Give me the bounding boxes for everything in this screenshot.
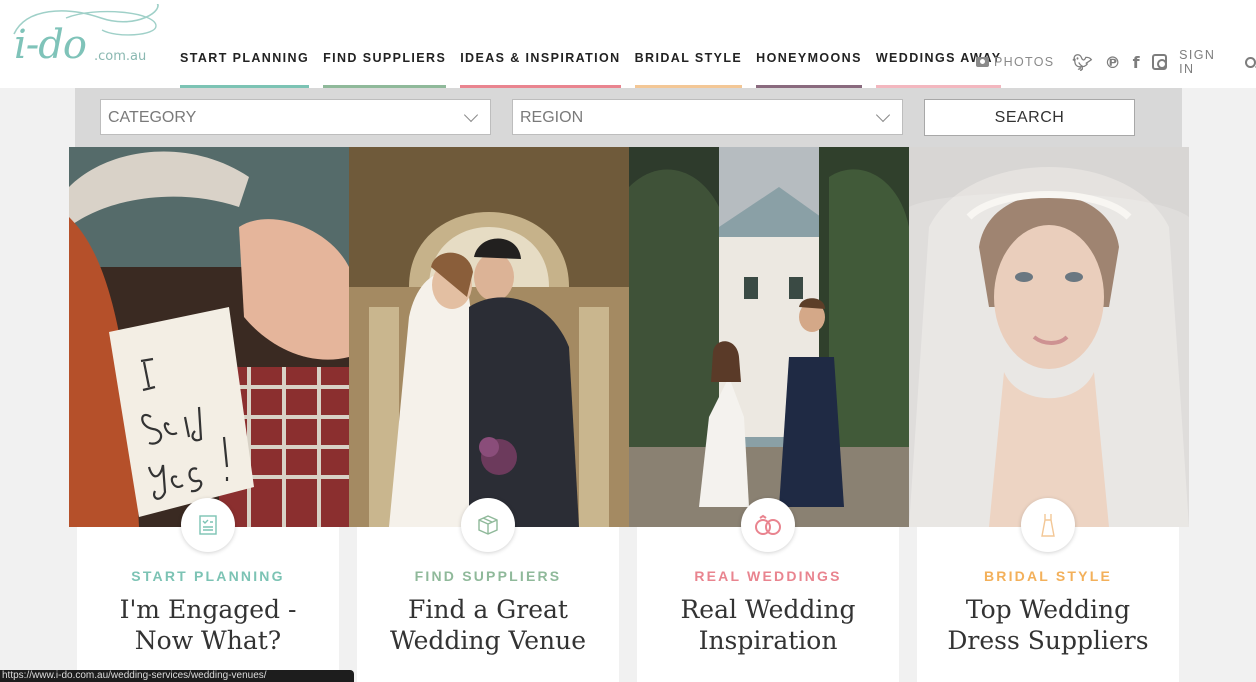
category-select[interactable]: CATEGORY: [100, 99, 491, 135]
region-select-value: REGION: [520, 109, 584, 126]
nav-start-planning[interactable]: START PLANNING: [180, 0, 310, 88]
card-heading[interactable]: I'm Engaged - Now What?: [87, 594, 329, 656]
dress-icon: [1021, 498, 1075, 552]
real-wedding-photo[interactable]: [629, 147, 909, 527]
search-bar: CATEGORY REGION SEARCH: [75, 88, 1182, 147]
chevron-down-icon: [463, 107, 479, 123]
region-select[interactable]: REGION: [512, 99, 903, 135]
card-heading[interactable]: Real Wedding Inspiration: [647, 594, 889, 656]
chevron-down-icon: [875, 107, 891, 123]
logo-domain: .com.au: [94, 49, 147, 64]
search-button[interactable]: SEARCH: [924, 99, 1135, 136]
nav-ideas-inspiration[interactable]: IDEAS & INSPIRATION: [460, 0, 621, 88]
category-select-value: CATEGORY: [108, 109, 197, 126]
nav-honeymoons[interactable]: HONEYMOONS: [756, 0, 862, 88]
search-icon[interactable]: [1245, 56, 1256, 68]
site-header: i-do .com.au START PLANNING FIND SUPPLIE…: [0, 0, 1256, 88]
checklist-icon: [181, 498, 235, 552]
box-icon: [461, 498, 515, 552]
nav-label: START PLANNING: [180, 51, 310, 65]
twitter-icon[interactable]: 🐦︎: [1072, 53, 1092, 72]
nav-label: BRIDAL STYLE: [634, 51, 743, 65]
nav-label: IDEAS & INSPIRATION: [460, 51, 621, 65]
card-category: REAL WEDDINGS: [694, 568, 842, 584]
site-logo[interactable]: i-do .com.au: [6, 4, 166, 74]
couple-kissing-photo[interactable]: [349, 147, 629, 527]
card-category: START PLANNING: [131, 568, 285, 584]
pinterest-icon[interactable]: ℗: [1105, 53, 1121, 72]
card-category: FIND SUPPLIERS: [414, 568, 562, 584]
bride-veil-photo[interactable]: [909, 147, 1189, 527]
nav-find-suppliers[interactable]: FIND SUPPLIERS: [323, 0, 447, 88]
camera-icon: [976, 57, 989, 67]
nav-bridal-style[interactable]: BRIDAL STYLE: [634, 0, 743, 88]
instagram-icon[interactable]: [1151, 54, 1168, 70]
main-nav: START PLANNING FIND SUPPLIERS IDEAS & IN…: [180, 0, 1015, 88]
nav-label: HONEYMOONS: [756, 51, 862, 65]
photos-label: PHOTOS: [994, 55, 1055, 69]
facebook-icon[interactable]: f: [1133, 53, 1140, 72]
card-category: BRIDAL STYLE: [983, 568, 1113, 584]
card-heading[interactable]: Top Wedding Dress Suppliers: [927, 594, 1169, 656]
nav-label: FIND SUPPLIERS: [323, 51, 447, 65]
sign-in-link[interactable]: SIGN IN: [1179, 48, 1233, 76]
logo-text: i-do: [14, 22, 87, 68]
photos-link[interactable]: PHOTOS: [976, 55, 1054, 69]
engaged-photo[interactable]: [69, 147, 349, 527]
card-heading[interactable]: Find a Great Wedding Venue: [367, 594, 609, 656]
header-utilities: PHOTOS 🐦︎ ℗ f SIGN IN: [976, 48, 1256, 76]
rings-icon: [741, 498, 795, 552]
status-bar-url: https://www.i-do.com.au/wedding-services…: [0, 670, 354, 682]
